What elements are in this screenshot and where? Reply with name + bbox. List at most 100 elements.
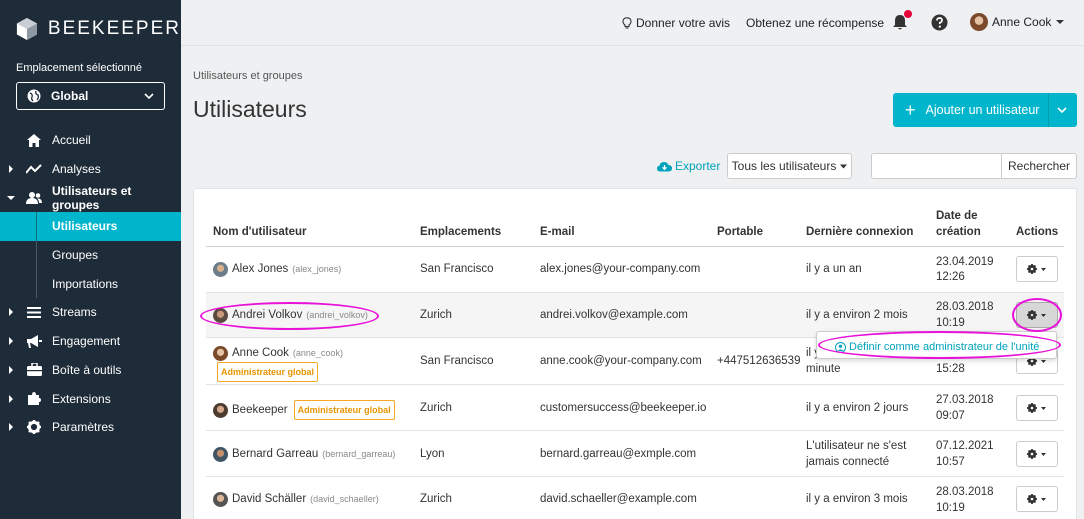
column-header-username[interactable]: Nom d'utilisateur <box>213 224 306 240</box>
reward-label: Obtenez une récompense <box>746 16 885 30</box>
sidebar-item-boite-a-outils[interactable]: Boîte à outils <box>0 356 181 385</box>
location-select[interactable]: Global <box>16 82 165 110</box>
megaphone-icon <box>26 334 42 348</box>
column-header-created-line2[interactable]: création <box>936 224 981 240</box>
page-title: Utilisateurs <box>193 96 307 122</box>
gear-icon <box>1027 449 1046 459</box>
row-actions-button[interactable] <box>1016 486 1058 512</box>
notifications-button[interactable] <box>892 10 912 31</box>
user-filter-dropdown[interactable]: Tous les utilisateurs <box>727 153 852 179</box>
column-header-actions: Actions <box>1016 226 1059 238</box>
sidebar-item-analyses[interactable]: Analyses <box>0 155 181 184</box>
sidebar-subitem-groupes[interactable]: Groupes <box>0 240 181 270</box>
export-label: Exporter <box>675 159 721 173</box>
submenu-line <box>36 240 37 270</box>
cloud-download-icon <box>657 161 672 171</box>
search-button[interactable]: Rechercher <box>1001 153 1077 179</box>
user-name: Beekeeper <box>232 404 288 416</box>
user-handle: (bernard_garreau) <box>322 449 396 459</box>
chevron-down-icon[interactable] <box>1057 105 1067 115</box>
brand-name: BEEKEEPER <box>47 18 181 39</box>
sidebar-item-streams[interactable]: Streams <box>0 298 181 327</box>
sidebar-item-accueil[interactable]: Accueil <box>0 126 181 155</box>
sidebar-subitem-importations[interactable]: Importations <box>0 269 181 299</box>
row-divider <box>206 476 1064 477</box>
email-cell: alex.jones@your-company.com <box>540 263 701 275</box>
created-date: 07.12.2021 <box>936 440 994 452</box>
user-cell[interactable]: Bernard Garreau (bernard_garreau) <box>213 446 395 462</box>
column-header-mobile[interactable]: Portable <box>717 224 763 240</box>
row-actions-button[interactable] <box>1016 302 1058 328</box>
user-handle: (alex_jones) <box>292 264 342 274</box>
sidebar-item-label: Utilisateurs et groupes <box>52 183 132 212</box>
caret-down-icon <box>7 195 15 200</box>
caret-right-icon <box>9 423 13 432</box>
user-cell[interactable]: Beekeeper Administrateur global <box>213 400 395 420</box>
created-time: 09:07 <box>936 410 965 422</box>
user-name: David Schäller <box>232 493 307 505</box>
location-cell: Lyon <box>420 448 445 460</box>
global-admin-badge: Administrateur global <box>293 400 395 420</box>
table-header-divider <box>206 246 1064 247</box>
sidebar-item-label: Paramètres <box>52 420 115 435</box>
row-actions-button[interactable] <box>1016 441 1058 467</box>
email-cell: bernard.garreau@exmple.com <box>540 448 697 460</box>
user-handle: (anne_cook) <box>292 348 343 358</box>
breadcrumb[interactable]: Utilisateurs et groupes <box>193 70 302 82</box>
sidebar-item-label: Accueil <box>52 133 91 148</box>
sidebar-item-engagement[interactable]: Engagement <box>0 327 181 356</box>
user-handle: (andrei_volkov) <box>306 310 368 320</box>
row-divider <box>206 430 1064 431</box>
user-cell[interactable]: Andrei Volkov (andrei_volkov) <box>213 307 368 323</box>
user-cell[interactable]: Alex Jones (alex_jones) <box>213 261 341 277</box>
caret-right-icon <box>9 394 13 403</box>
set-unit-admin-label: Définir comme administrateur de l'unité <box>849 341 1040 353</box>
column-header-created-line1[interactable]: Date de <box>936 208 978 224</box>
add-user-button[interactable]: + Ajouter un utilisateur <box>893 93 1077 127</box>
gear-icon <box>1027 403 1046 413</box>
global-admin-badge: Administrateur global <box>217 362 319 382</box>
location-label: Emplacement sélectionné <box>16 62 142 74</box>
location-cell: San Francisco <box>420 263 494 275</box>
chart-icon <box>26 162 42 176</box>
user-cell[interactable]: Anne Cook (anne_cook) <box>213 345 343 361</box>
help-button[interactable] <box>931 14 948 31</box>
sidebar-item-extensions[interactable]: Extensions <box>0 384 181 413</box>
row-actions-button[interactable] <box>1016 395 1058 421</box>
location-value: Global <box>51 89 89 103</box>
button-divider <box>1048 93 1049 127</box>
user-name: Alex Jones <box>232 263 289 275</box>
sidebar-item-parametres[interactable]: Paramètres <box>0 413 181 442</box>
email-cell: customersuccess@beekeeper.io <box>540 402 707 414</box>
export-link[interactable]: Exporter <box>657 159 720 173</box>
email-cell: anne.cook@your-company.com <box>540 355 702 367</box>
sidebar-item-label: Groupes <box>52 248 99 263</box>
user-cell[interactable]: David Schäller (david_schaeller) <box>213 491 379 507</box>
sidebar-subitem-utilisateurs[interactable]: Utilisateurs <box>0 212 181 241</box>
avatar <box>213 491 228 507</box>
caret-down-icon <box>1056 20 1065 24</box>
reward-link[interactable]: Obtenez une récompense <box>746 16 884 30</box>
email-cell: andrei.volkov@example.com <box>540 309 688 321</box>
last-login-cell: il y a environ 2 jours <box>806 402 909 414</box>
row-actions-button[interactable] <box>1016 256 1058 282</box>
sidebar-item-utilisateurs-et-groupes[interactable]: Utilisateurs et groupes <box>0 183 181 212</box>
sidebar-nav: Accueil Analyses Utilisateurs et groupes… <box>0 126 181 442</box>
column-header-last-login[interactable]: Dernière connexion <box>806 224 913 240</box>
last-login-cell: il y a un an <box>806 263 862 275</box>
column-header-locations[interactable]: Emplacements <box>420 224 501 240</box>
submenu-line <box>36 269 37 299</box>
column-header-email[interactable]: E-mail <box>540 224 575 240</box>
brand-logo[interactable]: BEEKEEPER <box>0 0 181 58</box>
location-cell: Zurich <box>420 493 452 505</box>
feedback-label: Donner votre avis <box>636 16 731 30</box>
submenu-line <box>36 212 37 241</box>
set-unit-admin-menu-item[interactable]: Définir comme administrateur de l'unité <box>835 341 1039 353</box>
streams-icon <box>26 305 42 319</box>
feedback-link[interactable]: Donner votre avis <box>622 16 730 30</box>
lightbulb-icon <box>622 17 632 29</box>
search-input[interactable] <box>871 153 1002 179</box>
user-menu[interactable]: Anne Cook <box>970 13 1065 31</box>
role-badge-cell: Administrateur global <box>217 362 319 382</box>
avatar <box>213 307 228 323</box>
